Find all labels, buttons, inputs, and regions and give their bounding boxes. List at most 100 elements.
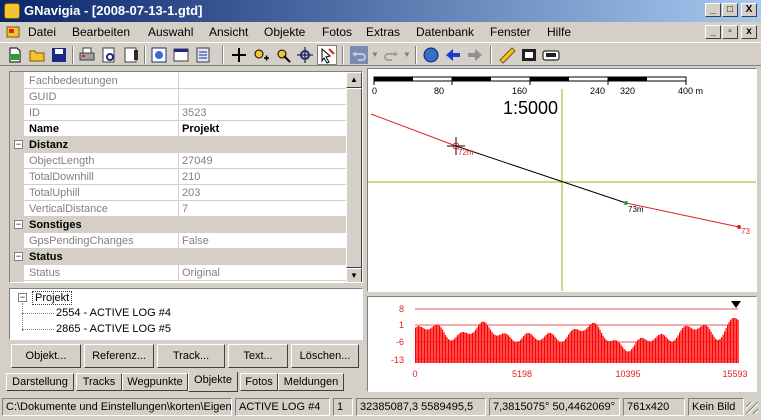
tab-darstellung[interactable]: Darstellung <box>6 373 74 391</box>
print-preview-icon[interactable] <box>100 46 118 64</box>
move-point-icon[interactable] <box>296 46 314 64</box>
property-row[interactable]: GUID <box>10 89 348 105</box>
tab-fotos[interactable]: Fotos <box>240 373 278 391</box>
profile-canvas[interactable]: 8 1 -6 -13 0 5198 10395 15593 <box>368 297 757 392</box>
property-row[interactable]: TotalUphill 203 <box>10 185 348 201</box>
property-row[interactable]: ObjectLength 27049 <box>10 153 348 169</box>
tree-item[interactable]: 2554 - ACTIVE LOG #4 <box>56 307 171 319</box>
referenz-button[interactable]: Referenz... <box>84 344 154 368</box>
scroll-thumb[interactable] <box>346 88 362 268</box>
collapse-icon[interactable]: − <box>14 220 23 229</box>
property-row[interactable]: TotalDownhill 210 <box>10 169 348 185</box>
selected-track-line[interactable] <box>455 145 627 204</box>
property-grid[interactable]: Fachbedeutungen GUID ID 3523 Name Projekt − Dis… <box>9 71 363 283</box>
tree-item[interactable]: 2865 - ACTIVE LOG #5 <box>56 323 171 335</box>
object-tree[interactable]: − Projekt 2554 - ACTIVE LOG #4 2865 - AC… <box>9 288 363 340</box>
document-icon[interactable] <box>6 26 20 38</box>
property-row[interactable]: ID 3523 <box>10 105 348 121</box>
window-icon[interactable] <box>172 46 190 64</box>
redo-icon[interactable] <box>382 46 400 64</box>
menu-fotos[interactable]: Fotos <box>322 25 352 39</box>
globe-icon[interactable] <box>422 46 440 64</box>
menu-bearbeiten[interactable]: Bearbeiten <box>72 25 130 39</box>
menu-datei[interactable]: Datei <box>28 25 56 39</box>
select-icon[interactable] <box>317 45 337 65</box>
resize-grip[interactable] <box>746 402 758 414</box>
new-icon[interactable] <box>6 46 24 64</box>
minimize-button[interactable]: _ <box>705 3 721 17</box>
title-bar[interactable]: GNavigia - [2008-07-13-1.gtd] _ □ X <box>0 0 761 22</box>
mdi-minimize-button[interactable]: _ <box>705 25 721 39</box>
property-row[interactable]: Name Projekt <box>10 121 348 137</box>
menu-extras[interactable]: Extras <box>366 25 400 39</box>
menu-datenbank[interactable]: Datenbank <box>416 25 474 39</box>
position-marker-icon[interactable] <box>731 301 741 308</box>
forward-arrow-icon[interactable] <box>466 46 484 64</box>
elevation-profile[interactable]: 8 1 -6 -13 0 5198 10395 15593 <box>367 296 757 392</box>
collapse-icon[interactable]: − <box>14 140 23 149</box>
property-category[interactable]: − Distanz <box>10 137 348 153</box>
profile-bar <box>479 323 481 363</box>
redo-dropdown-icon[interactable]: ▼ <box>403 50 411 59</box>
property-category[interactable]: − Status <box>10 249 348 265</box>
close-button[interactable]: X <box>741 3 757 17</box>
scroll-down-button[interactable]: ▼ <box>346 268 362 282</box>
mdi-restore-button[interactable]: ▫ <box>722 25 738 39</box>
objekt-button[interactable]: Objekt... <box>11 344 81 368</box>
undo-dropdown-icon[interactable]: ▼ <box>371 50 379 59</box>
crosshair-icon[interactable] <box>230 46 248 64</box>
property-value[interactable]: Original <box>182 267 220 279</box>
menu-ansicht[interactable]: Ansicht <box>209 25 248 39</box>
property-value[interactable]: Projekt <box>182 123 219 135</box>
profile-bar <box>505 333 507 363</box>
maximize-button[interactable]: □ <box>722 3 738 17</box>
property-value[interactable]: 27049 <box>182 155 213 167</box>
undo-icon[interactable] <box>350 46 368 64</box>
collapse-icon[interactable]: − <box>14 252 23 261</box>
scroll-up-button[interactable]: ▲ <box>346 72 362 88</box>
collapse-icon[interactable]: − <box>18 293 27 302</box>
profile-bar <box>581 331 583 363</box>
property-category[interactable]: − Sonstiges <box>10 217 348 233</box>
gps-icon[interactable] <box>542 46 560 64</box>
property-value[interactable]: 210 <box>182 171 200 183</box>
tree-root[interactable]: Projekt <box>32 291 73 305</box>
tab-wegpunkte[interactable]: Wegpunkte <box>122 373 188 391</box>
menu-hilfe[interactable]: Hilfe <box>547 25 571 39</box>
property-value[interactable]: 203 <box>182 187 200 199</box>
menu-objekte[interactable]: Objekte <box>264 25 305 39</box>
ruler-icon[interactable] <box>498 46 516 64</box>
property-scrollbar[interactable]: ▲ ▼ <box>346 72 362 282</box>
track-button[interactable]: Track... <box>157 344 225 368</box>
track-line[interactable] <box>370 113 457 147</box>
open-icon[interactable] <box>28 46 46 64</box>
back-arrow-icon[interactable] <box>444 46 462 64</box>
property-row[interactable]: Fachbedeutungen <box>10 73 348 89</box>
tab-tracks[interactable]: Tracks <box>76 373 122 391</box>
menu-auswahl[interactable]: Auswahl <box>148 25 193 39</box>
add-point-icon[interactable] <box>252 46 270 64</box>
property-value[interactable]: 3523 <box>182 107 206 119</box>
save-icon[interactable] <box>50 46 68 64</box>
property-row[interactable]: GpsPendingChanges False <box>10 233 348 249</box>
edit-point-icon[interactable] <box>274 46 292 64</box>
tab-meldungen[interactable]: Meldungen <box>278 373 344 391</box>
property-row[interactable]: Status Original <box>10 265 348 281</box>
export-icon[interactable] <box>122 46 140 64</box>
map-view[interactable]: 0 80 160 240 320 400 m 1:5000 72m 73m 73 <box>367 68 757 292</box>
text-button[interactable]: Text... <box>228 344 288 368</box>
status-index: 1 <box>333 398 353 416</box>
property-value[interactable]: 7 <box>182 203 188 215</box>
map-canvas[interactable]: 0 80 160 240 320 400 m 1:5000 72m 73m 73 <box>368 69 757 292</box>
menu-fenster[interactable]: Fenster <box>490 25 531 39</box>
tab-objekte[interactable]: Objekte <box>188 372 238 392</box>
film-icon[interactable] <box>520 46 538 64</box>
list-icon[interactable] <box>194 46 212 64</box>
print-icon[interactable] <box>78 46 96 64</box>
property-divider <box>178 185 179 201</box>
property-value[interactable]: False <box>182 235 209 247</box>
properties-icon[interactable] <box>150 46 168 64</box>
property-row[interactable]: VerticalDistance 7 <box>10 201 348 217</box>
loeschen-button[interactable]: Löschen... <box>291 344 359 368</box>
mdi-close-button[interactable]: x <box>741 25 757 39</box>
